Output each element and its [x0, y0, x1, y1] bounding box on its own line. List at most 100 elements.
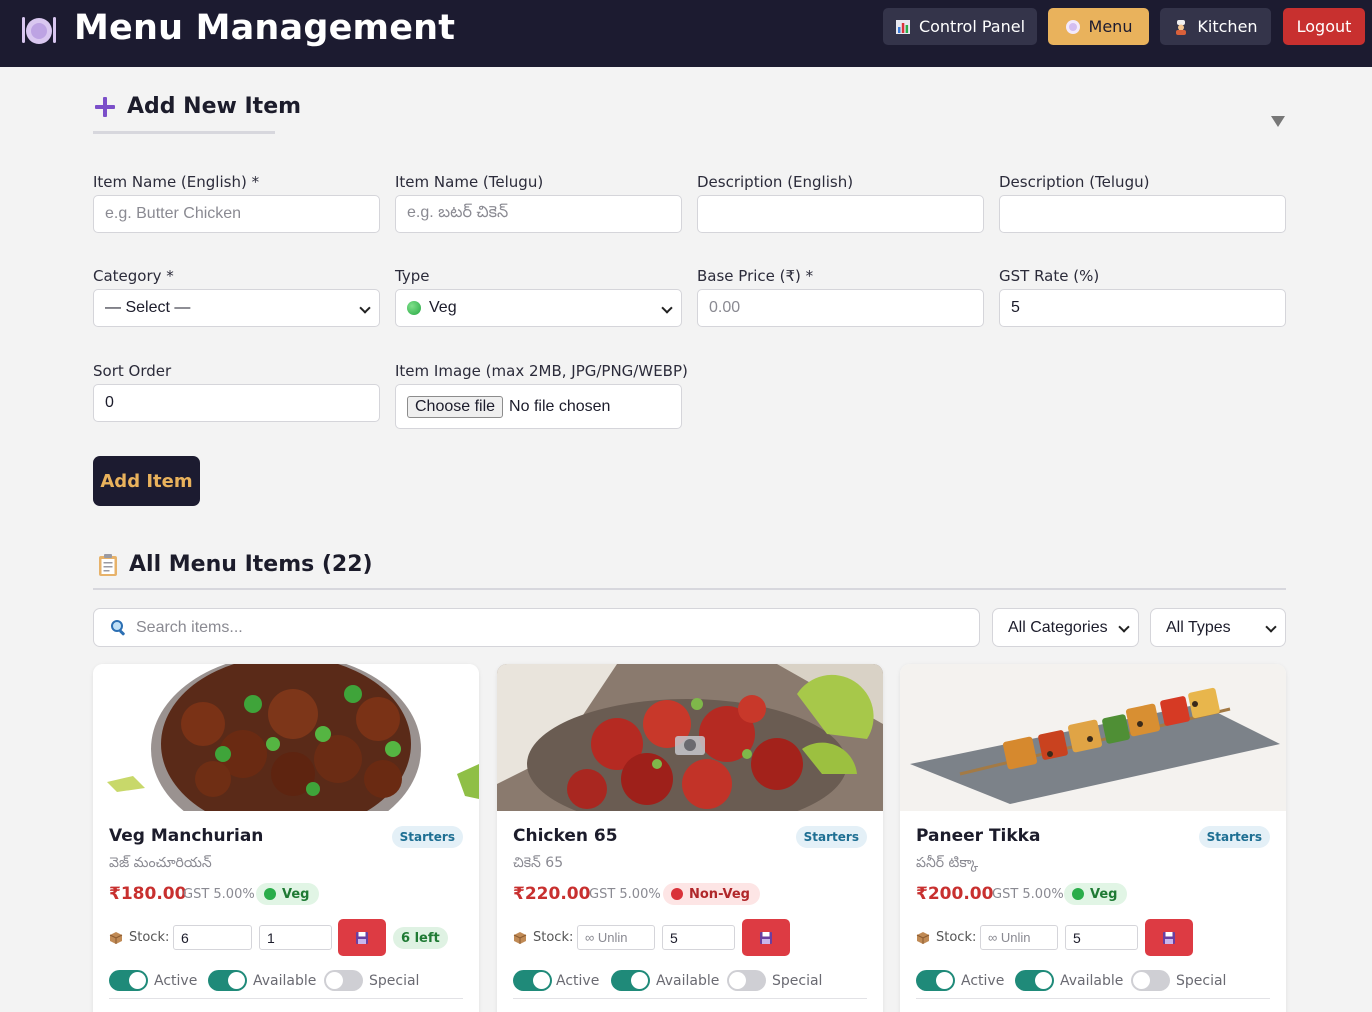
save-stock-button[interactable] [338, 919, 386, 956]
available-toggle-label: Available [253, 973, 317, 989]
toggle-knob [228, 972, 245, 989]
item-image-input[interactable]: Choose file No file chosen [395, 384, 682, 429]
stock-label-text: Stock: [936, 930, 977, 945]
all-items-heading: All Menu Items (22) [97, 552, 373, 577]
active-toggle[interactable] [109, 970, 148, 991]
category-select[interactable]: — Select — [93, 289, 380, 327]
card-divider [513, 998, 867, 999]
plate-icon [1065, 19, 1080, 34]
nav-kitchen-button[interactable]: Kitchen [1160, 8, 1271, 45]
veg-dot-icon [1072, 888, 1084, 900]
section-divider [93, 588, 1286, 590]
nav-control-panel-label: Control Panel [918, 17, 1026, 36]
name-en-input[interactable]: e.g. Butter Chicken [93, 195, 380, 233]
type-filter-value: All Types [1166, 618, 1231, 636]
item-price: ₹220.00 [513, 884, 591, 904]
card-divider [109, 998, 463, 999]
menu-item-card: Chicken 65 Starters చికెన్ 65 ₹220.00 GS… [497, 664, 883, 1012]
add-item-heading[interactable]: Add New Item [93, 94, 301, 119]
choose-file-button[interactable]: Choose file [407, 395, 504, 418]
paneer-tikka-photo [900, 664, 1286, 811]
item-name: Paneer Tikka [916, 826, 1041, 846]
item-gst: GST 5.00% [992, 887, 1064, 902]
category-filter-select[interactable]: All Categories [992, 608, 1139, 647]
available-toggle-label: Available [656, 973, 720, 989]
add-item-button[interactable]: Add Item [93, 456, 200, 506]
search-placeholder: Search items... [136, 618, 243, 636]
plate-cutlery-icon [22, 17, 56, 44]
available-toggle-label: Available [1060, 973, 1124, 989]
toggle-knob [129, 972, 146, 989]
floppy-disk-icon [356, 931, 368, 944]
active-toggle-label: Active [154, 973, 198, 989]
name-en-label: Item Name (English) * [93, 173, 260, 191]
item-name-telugu: చికెన్ 65 [513, 855, 564, 871]
nav-menu-button[interactable]: Menu [1048, 8, 1149, 45]
toggle-knob [631, 972, 648, 989]
nonveg-dot-icon [671, 888, 683, 900]
item-name: Veg Manchurian [109, 826, 264, 846]
toggle-knob [533, 972, 550, 989]
plus-icon [95, 96, 115, 117]
desc-en-label: Description (English) [697, 173, 854, 191]
active-toggle[interactable] [513, 970, 552, 991]
stock-input[interactable]: 6 [173, 925, 252, 950]
chicken-65-photo [497, 664, 883, 811]
bar-chart-icon [895, 19, 910, 34]
save-stock-button[interactable] [1145, 919, 1193, 956]
active-toggle[interactable] [916, 970, 955, 991]
nav-menu-label: Menu [1088, 17, 1133, 36]
nav-control-panel-button[interactable]: Control Panel [883, 8, 1037, 45]
special-toggle[interactable] [1131, 970, 1170, 991]
desc-en-input[interactable] [697, 195, 984, 233]
stock-step-input[interactable]: 1 [259, 925, 332, 950]
type-filter-select[interactable]: All Types [1150, 608, 1286, 647]
type-badge-label: Veg [282, 886, 310, 902]
special-toggle[interactable] [727, 970, 766, 991]
available-toggle[interactable] [611, 970, 650, 991]
stock-input[interactable]: ∞ Unlin [980, 925, 1058, 950]
toggle-knob [326, 972, 343, 989]
available-toggle[interactable] [208, 970, 247, 991]
type-badge: Veg [1064, 883, 1128, 905]
menu-item-card: Paneer Tikka Starters పనీర్ టిక్కా ₹200.… [900, 664, 1286, 1012]
type-label: Type [395, 267, 430, 285]
toggle-knob [729, 972, 746, 989]
top-bar: Menu Management Control Panel Menu Kitch… [0, 0, 1372, 67]
special-toggle-label: Special [369, 973, 420, 989]
floppy-disk-icon [1163, 931, 1175, 944]
item-gst: GST 5.00% [589, 887, 661, 902]
category-label: Category * [93, 267, 174, 285]
desc-te-input[interactable] [999, 195, 1286, 233]
desc-te-label: Description (Telugu) [999, 173, 1150, 191]
search-input[interactable]: Search items... [93, 608, 980, 647]
collapse-arrow-icon[interactable] [1271, 116, 1285, 127]
box-icon [513, 931, 527, 944]
category-badge: Starters [391, 826, 463, 848]
menu-item-card: Veg Manchurian Starters వెజ్ మంచూరియన్ ₹… [93, 664, 479, 1012]
stock-input[interactable]: ∞ Unlin [577, 925, 655, 950]
item-price: ₹180.00 [109, 884, 187, 904]
stock-label: Stock: [513, 930, 573, 945]
gst-rate-label: GST Rate (%) [999, 267, 1100, 285]
base-price-input[interactable]: 0.00 [697, 289, 984, 327]
logout-button[interactable]: Logout [1283, 8, 1365, 45]
stock-label-text: Stock: [533, 930, 574, 945]
veg-dot-icon [264, 888, 276, 900]
special-toggle[interactable] [324, 970, 363, 991]
stock-step-input[interactable]: 5 [1065, 925, 1138, 950]
veg-manchurian-photo [93, 664, 479, 811]
type-badge-label: Non-Veg [689, 886, 750, 902]
search-icon [111, 619, 125, 635]
name-te-input[interactable]: e.g. బటర్ చికెన్ [395, 195, 682, 233]
item-gst: GST 5.00% [183, 887, 255, 902]
available-toggle[interactable] [1015, 970, 1054, 991]
type-select[interactable]: Veg [395, 289, 682, 327]
stock-step-input[interactable]: 5 [662, 925, 735, 950]
save-stock-button[interactable] [742, 919, 790, 956]
sort-order-input[interactable]: 0 [93, 384, 380, 422]
chef-icon [1176, 19, 1187, 35]
gst-rate-input[interactable]: 5 [999, 289, 1286, 327]
box-icon [916, 931, 930, 944]
stock-label-text: Stock: [129, 930, 170, 945]
